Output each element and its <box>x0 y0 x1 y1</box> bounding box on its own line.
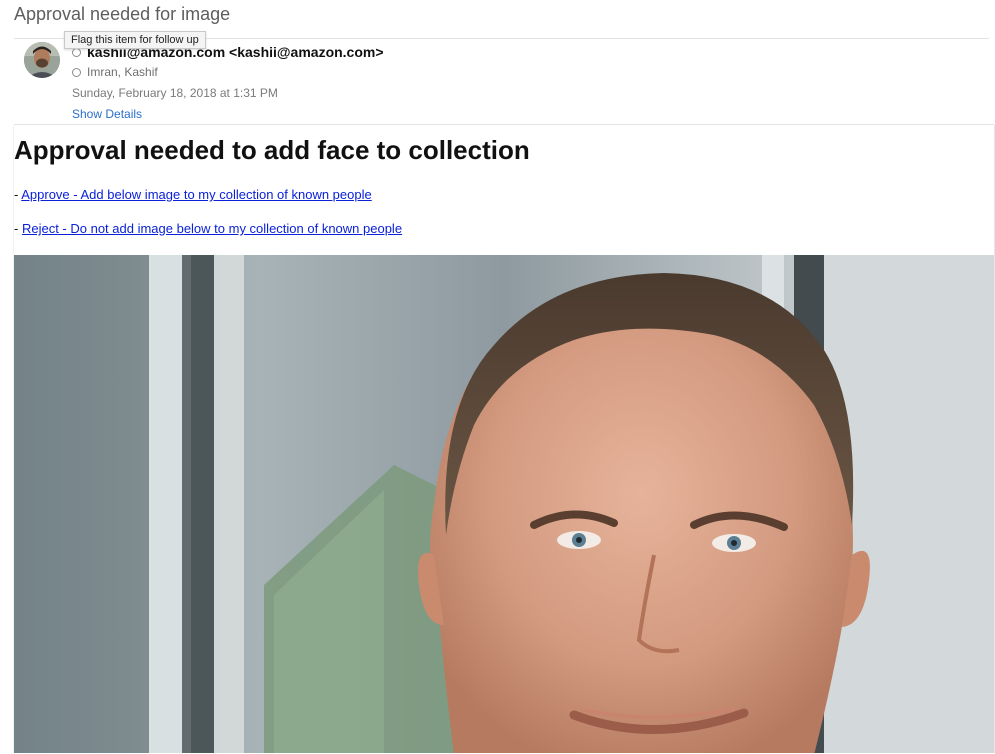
face-image <box>14 255 994 753</box>
recipient-name[interactable]: Imran, Kashif <box>87 65 158 79</box>
face-photo <box>14 255 994 753</box>
sent-date: Sunday, February 18, 2018 at 1:31 PM <box>72 86 278 100</box>
flag-tooltip: Flag this item for follow up <box>64 31 206 49</box>
recipient-status-circle-icon <box>72 67 81 77</box>
email-viewer: Approval needed for image Flag this item… <box>0 0 995 754</box>
reject-line: - Reject - Do not add image below to my … <box>14 221 402 236</box>
approve-link[interactable]: Approve - Add below image to my collecti… <box>21 187 371 202</box>
email-subject: Approval needed for image <box>14 4 231 24</box>
reject-prefix: - <box>14 221 22 236</box>
approve-line: - Approve - Add below image to my collec… <box>14 187 372 202</box>
reject-link[interactable]: Reject - Do not add image below to my co… <box>22 221 402 236</box>
body-heading: Approval needed to add face to collectio… <box>14 135 530 165</box>
show-details-link[interactable]: Show Details <box>72 107 142 121</box>
recipient-row[interactable]: Imran, Kashif <box>72 65 158 79</box>
sender-avatar[interactable] <box>24 42 60 78</box>
avatar-portrait <box>24 42 60 78</box>
message-body: Approval needed to add face to collectio… <box>13 125 995 753</box>
